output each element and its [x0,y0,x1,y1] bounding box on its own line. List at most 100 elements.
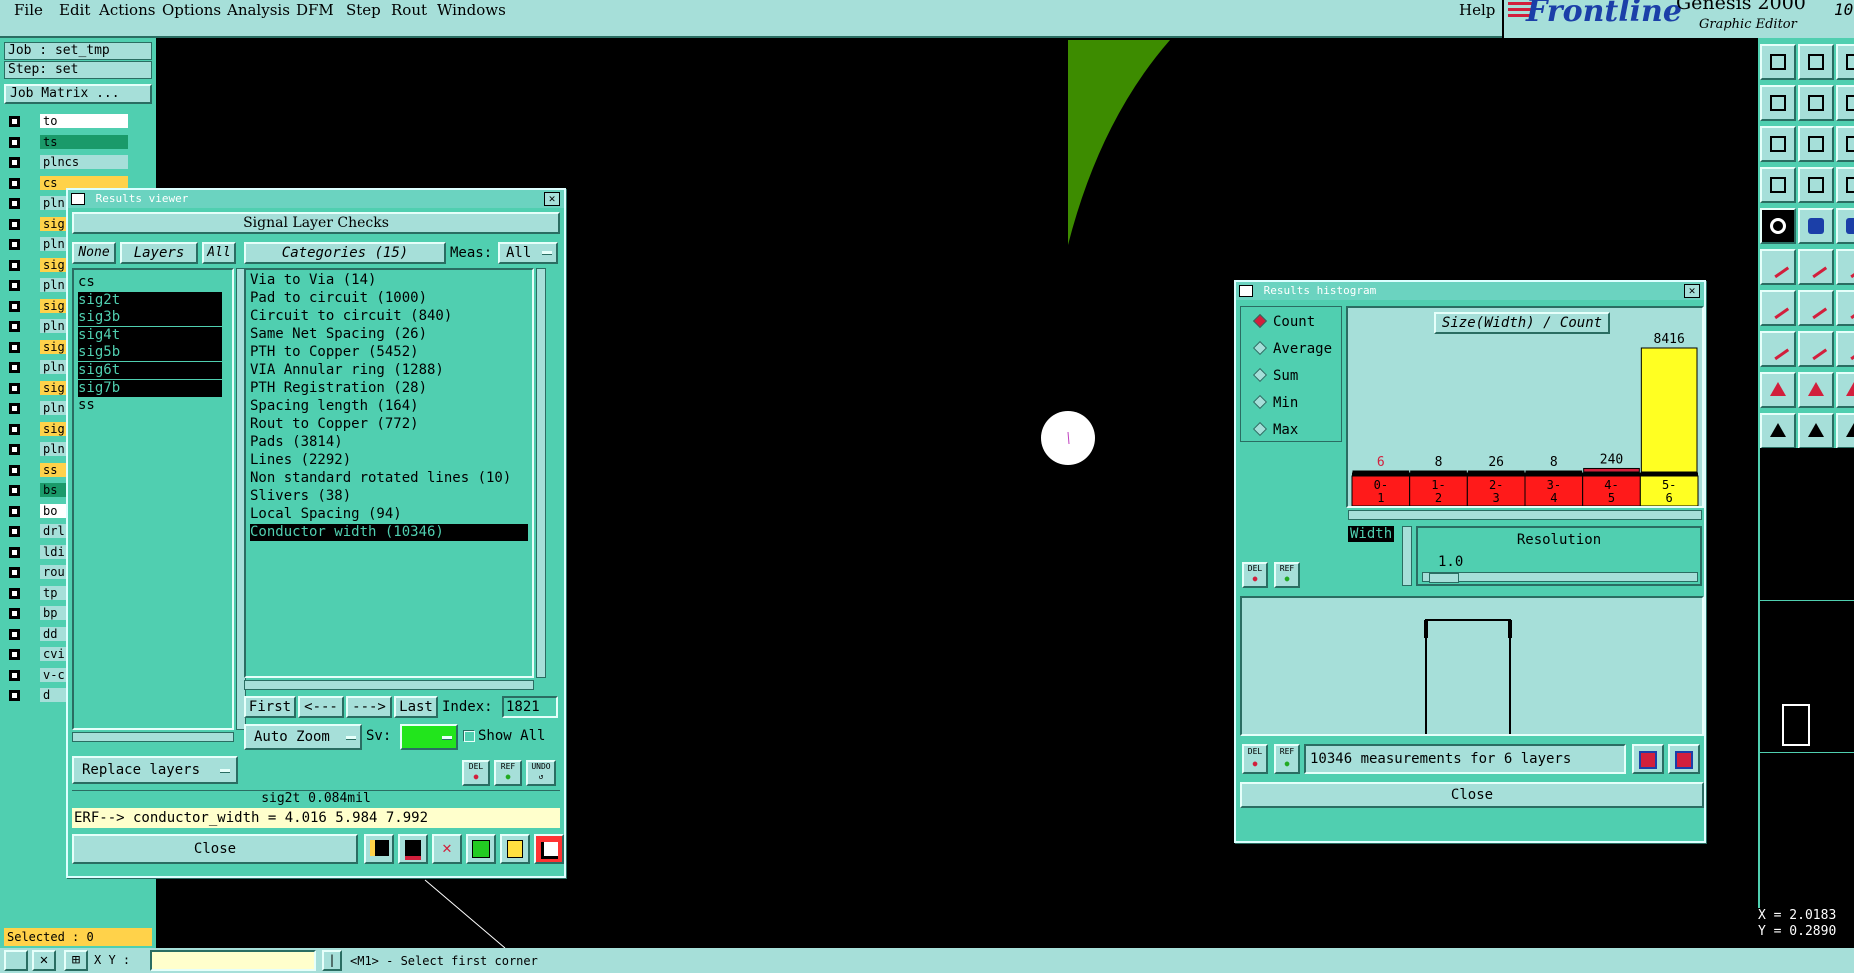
rv-layer-item[interactable]: sig5b [78,344,222,362]
rh-del-button[interactable]: DEL ● [1242,562,1268,588]
replace-layers-dropdown[interactable]: Replace layers [72,756,238,784]
mode-max[interactable]: Max [1252,421,1298,438]
zoom-in-icon[interactable] [1632,744,1664,774]
layer-checkbox[interactable] [9,341,20,353]
measure-icon[interactable] [1836,208,1854,244]
list-icon[interactable] [500,834,530,864]
category-item[interactable]: Pad to circuit (1000) [250,290,528,307]
mode-average[interactable]: Average [1252,340,1332,357]
pan-icon[interactable] [1798,126,1834,162]
category-item[interactable]: PTH to Copper (5452) [250,344,528,361]
categories-hscrollbar[interactable] [244,680,534,690]
select-mode-icon[interactable] [4,950,28,971]
layer-checkbox[interactable] [9,587,20,599]
layer-checkbox[interactable] [9,259,20,271]
layer-checkbox[interactable] [9,669,20,681]
rv-layer-item[interactable]: sig2t [78,291,222,309]
chart-hscrollbar[interactable] [1348,510,1702,520]
pipe-icon[interactable]: | [322,950,342,971]
layer-name[interactable]: ts [40,134,128,149]
connect-icon[interactable] [1760,249,1796,285]
layer-checkbox[interactable] [9,157,20,168]
menu-analysis[interactable]: Analysis [227,1,290,19]
ref-button[interactable]: REF ● [494,760,522,786]
layer-row[interactable]: ts [6,134,128,150]
layer-name[interactable]: to [40,114,128,128]
severity-dropdown[interactable] [400,724,458,750]
grid-icon[interactable] [1798,167,1834,203]
menu-options[interactable]: Options [162,1,221,19]
layer-checkbox[interactable] [9,280,20,291]
grid-icon[interactable]: ⊞ [64,950,88,971]
layer-checkbox[interactable] [9,464,20,476]
layer-checkbox[interactable] [9,505,20,517]
select-pointer-icon[interactable] [1798,413,1834,449]
bracket-icon[interactable] [1836,331,1854,367]
all-button[interactable]: All [202,242,236,264]
meas-dropdown[interactable]: All [498,242,558,264]
layer-checkbox[interactable] [9,423,20,435]
zoom-in-icon[interactable] [1760,85,1796,121]
category-item[interactable]: Rout to Copper (772) [250,416,528,433]
category-item[interactable]: Lines (2292) [250,452,528,469]
category-item[interactable]: Local Spacing (94) [250,506,528,523]
rv-layer-item[interactable]: sig3b [78,309,222,327]
job-matrix-button[interactable]: Job Matrix ... [4,84,152,104]
angle-icon[interactable] [1836,372,1854,408]
redo-icon[interactable] [1836,85,1854,121]
category-item[interactable]: PTH Registration (28) [250,380,528,397]
categories-scrollbar[interactable] [536,268,546,678]
menu-windows[interactable]: Windows [437,1,506,19]
category-item[interactable]: Conductor width (10346) [250,524,528,541]
category-item[interactable]: Circuit to circuit (840) [250,308,528,325]
menu-edit[interactable]: Edit [59,1,90,19]
layers-header[interactable]: Layers [120,242,198,264]
slider-thumb[interactable] [1429,573,1459,583]
category-item[interactable]: Spacing length (164) [250,398,528,415]
category-item[interactable]: Non standard rotated lines (10) [250,470,528,487]
rv-close-icon[interactable]: ✕ [544,192,560,206]
area-icon[interactable] [1836,249,1854,285]
layer-name[interactable]: plncs [40,155,128,169]
rv-layer-item[interactable]: sig4t [78,326,222,344]
layer-checkbox[interactable] [9,239,20,250]
layer-checkbox[interactable] [9,690,20,701]
resolution-slider[interactable] [1422,572,1698,583]
lasso-icon[interactable] [1836,413,1854,449]
layer-checkbox[interactable] [9,628,20,640]
layer-checkbox[interactable] [9,116,20,127]
layer-checkbox[interactable] [9,526,20,537]
menu-actions[interactable]: Actions [99,1,155,19]
report-icon[interactable] [364,834,394,864]
category-item[interactable]: VIA Annular ring (1288) [250,362,528,379]
zoom-home-icon[interactable] [1836,126,1854,162]
show-all-checkbox[interactable] [464,731,475,742]
index-input[interactable]: 1821 [502,696,558,718]
prev-button[interactable]: <--- [298,696,344,718]
tab-icon[interactable] [466,834,496,864]
layers-hscrollbar[interactable] [72,732,234,742]
rh-del-button-2[interactable]: DEL ● [1242,744,1268,774]
hline-icon[interactable] [1798,331,1834,367]
drill-icon[interactable] [398,834,428,864]
layer-checkbox[interactable] [9,649,20,660]
layer-checkbox[interactable] [9,177,20,189]
layer-checkbox[interactable] [9,403,20,414]
save-icon[interactable] [1798,44,1834,80]
category-item[interactable]: Same Net Spacing (26) [250,326,528,343]
layer-checkbox[interactable] [9,444,20,455]
rv-close-button[interactable]: Close [72,834,358,864]
mode-count[interactable]: Count [1252,313,1315,330]
categories-list[interactable]: Via to Via (14) Pad to circuit (1000) Circ… [244,268,534,678]
zoom-out-icon[interactable] [1668,744,1700,774]
undo-button[interactable]: UNDO ↺ [526,760,556,786]
del-button[interactable]: DEL ● [462,760,490,786]
zoom-out-icon[interactable] [1798,85,1834,121]
pad-icon[interactable] [1760,331,1796,367]
rh-ref-button[interactable]: REF ● [1274,562,1300,588]
layer-checkbox[interactable] [9,362,20,373]
cross-cursor-icon[interactable] [1798,249,1834,285]
arc-icon[interactable] [1836,290,1854,326]
layer-row[interactable]: plncs [6,155,128,170]
menu-step[interactable]: Step [346,1,381,19]
